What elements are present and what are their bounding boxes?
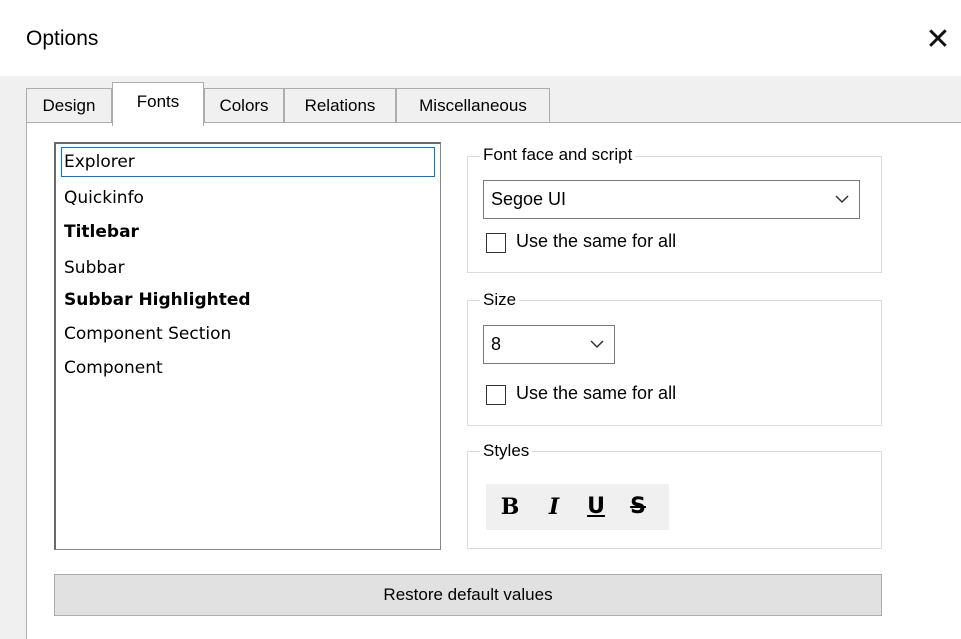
list-item-quickinfo[interactable]: Quickinfo — [62, 184, 434, 212]
size-value: 8 — [491, 334, 502, 354]
list-item-subbar-highlighted[interactable]: Subbar Highlighted — [62, 286, 434, 314]
bold-button[interactable]: B — [492, 484, 528, 530]
size-legend: Size — [480, 290, 520, 310]
font-face-same-label: Use the same for all — [516, 231, 677, 251]
tab-design[interactable]: Design — [26, 88, 112, 122]
list-item-explorer[interactable]: Explorer — [61, 147, 435, 177]
tab-colors[interactable]: Colors — [204, 88, 284, 122]
tab-miscellaneous[interactable]: Miscellaneous — [396, 88, 550, 122]
list-item-titlebar[interactable]: Titlebar — [62, 218, 434, 246]
font-face-legend: Font face and script — [480, 145, 636, 165]
italic-button[interactable]: I — [536, 484, 572, 530]
size-same-label: Use the same for all — [516, 383, 677, 403]
options-dialog: Options ✕ Design Fonts Colors Relations … — [0, 0, 961, 639]
title-bar: Options ✕ — [0, 0, 961, 76]
size-select[interactable]: 8 — [483, 325, 615, 364]
list-item-component[interactable]: Component — [62, 354, 434, 382]
list-item-subbar[interactable]: Subbar — [62, 254, 434, 282]
chevron-down-icon — [590, 326, 604, 376]
font-element-list[interactable]: Explorer Quickinfo Titlebar Subbar Subba… — [54, 142, 441, 550]
underline-button[interactable]: U — [578, 484, 614, 530]
font-face-value: Segoe UI — [491, 189, 567, 209]
tab-fonts[interactable]: Fonts — [112, 82, 204, 126]
restore-defaults-button[interactable]: Restore default values — [54, 574, 882, 616]
tab-relations[interactable]: Relations — [284, 88, 396, 122]
style-toolbar: B I U S — [486, 484, 669, 530]
size-same-checkbox[interactable] — [486, 385, 506, 405]
close-icon[interactable]: ✕ — [918, 20, 958, 60]
font-face-same-checkbox[interactable] — [486, 233, 506, 253]
dialog-title: Options — [26, 27, 99, 50]
font-face-select[interactable]: Segoe UI — [483, 180, 860, 219]
strikethrough-button[interactable]: S — [620, 484, 656, 530]
chevron-down-icon — [835, 181, 849, 231]
styles-legend: Styles — [480, 441, 533, 461]
list-item-component-section[interactable]: Component Section — [62, 320, 434, 348]
